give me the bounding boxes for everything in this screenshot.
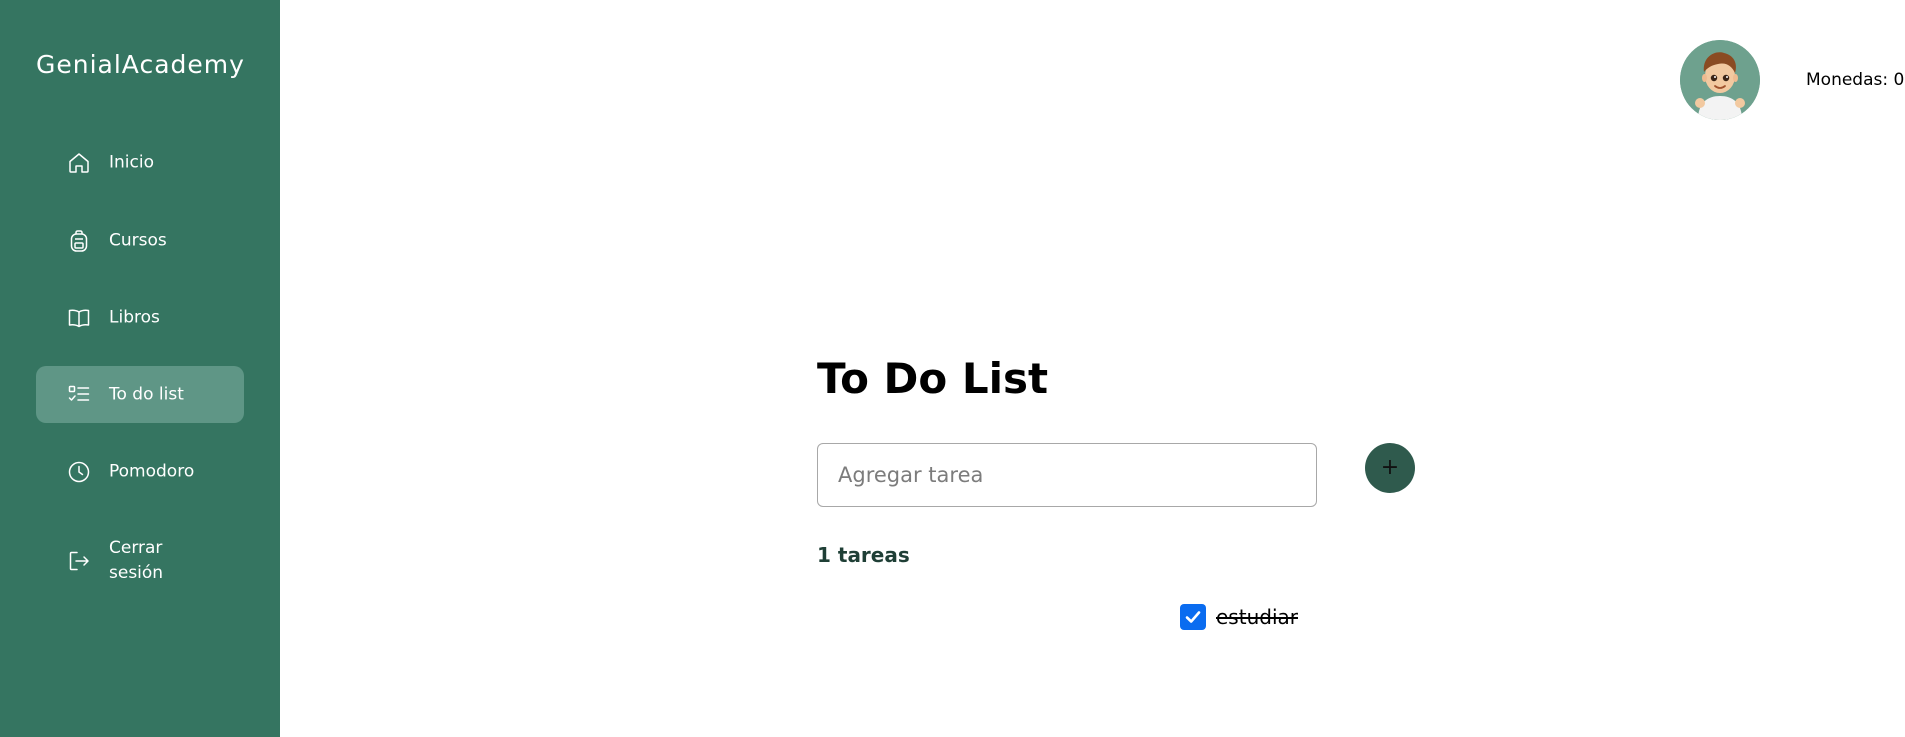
sidebar-item-label: To do list xyxy=(109,384,184,404)
brand-logo: GenialAcademy xyxy=(36,50,245,79)
clock-icon xyxy=(67,460,91,484)
list-item: estudiar xyxy=(1180,602,1298,632)
sidebar-item-label: Cursos xyxy=(109,230,167,250)
task-count: 1 tareas xyxy=(817,543,910,567)
page-title: To Do List xyxy=(817,354,1049,403)
add-task-button[interactable]: + xyxy=(1365,443,1415,493)
check-icon xyxy=(1185,611,1201,623)
book-icon xyxy=(67,306,91,330)
task-input[interactable] xyxy=(817,443,1317,507)
sidebar-item-logout[interactable]: Cerrar sesión xyxy=(36,532,244,589)
sidebar-item-label: Cerrar sesión xyxy=(109,537,164,583)
logout-icon xyxy=(67,549,91,573)
main-content: Monedas: 0 To Do List + 1 tareas estudia… xyxy=(280,0,1905,737)
sidebar-item-pomodoro[interactable]: Pomodoro xyxy=(36,443,244,500)
sidebar-item-todo[interactable]: To do list xyxy=(36,366,244,423)
sidebar-item-label: Pomodoro xyxy=(109,461,195,481)
task-checkbox[interactable] xyxy=(1180,604,1206,630)
checklist-icon xyxy=(67,383,91,407)
coins-counter: Monedas: 0 xyxy=(1806,70,1905,90)
sidebar-item-inicio[interactable]: Inicio xyxy=(36,134,244,191)
backpack-icon xyxy=(67,229,91,253)
sidebar-item-label: Inicio xyxy=(109,152,154,172)
sidebar-item-cursos[interactable]: Cursos xyxy=(36,212,244,269)
avatar[interactable] xyxy=(1680,40,1760,120)
sidebar-item-label: Libros xyxy=(109,307,160,327)
home-icon xyxy=(67,151,91,175)
avatar-boy-icon xyxy=(1680,40,1760,120)
sidebar: GenialAcademy Inicio Cursos Libros To do… xyxy=(0,0,280,737)
app: GenialAcademy Inicio Cursos Libros To do… xyxy=(0,0,1905,737)
task-text: estudiar xyxy=(1216,605,1298,629)
sidebar-item-libros[interactable]: Libros xyxy=(36,289,244,346)
